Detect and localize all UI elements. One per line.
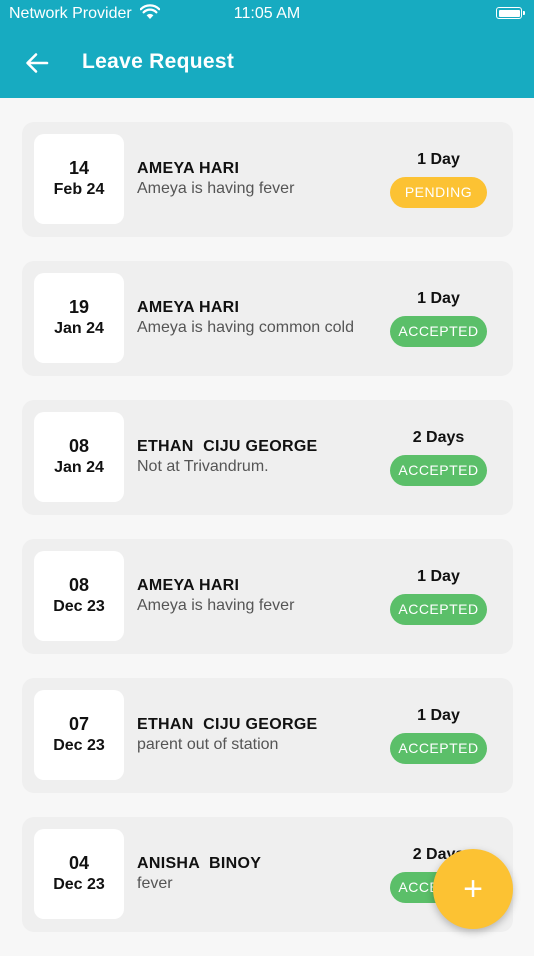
status-badge: PENDING	[390, 177, 487, 208]
date-day: 14	[68, 158, 90, 178]
leave-duration: 1 Day	[417, 707, 460, 724]
date-month: Dec 23	[53, 876, 105, 893]
student-name: AMEYA HARI	[137, 160, 240, 177]
student-name: ETHAN CIJU GEORGE	[137, 438, 318, 455]
leave-reason: fever	[137, 875, 173, 892]
date-month: Jan 24	[54, 459, 104, 476]
student-name: ETHAN CIJU GEORGE	[137, 716, 318, 733]
status-badge: ACCEPTED	[390, 594, 487, 625]
app-header: Network Provider 11:05 AM Leave Request	[0, 0, 534, 98]
leave-reason: Ameya is having common cold	[137, 319, 354, 336]
leave-card[interactable]: 07 Dec 23 ETHAN CIJU GEORGE parent out o…	[22, 678, 513, 793]
leave-reason: parent out of station	[137, 736, 279, 753]
status-time: 11:05 AM	[233, 5, 301, 22]
date-box: 04 Dec 23	[34, 829, 124, 919]
date-box: 19 Jan 24	[34, 273, 124, 363]
date-month: Feb 24	[53, 181, 105, 198]
date-box: 14 Feb 24	[34, 134, 124, 224]
date-month: Jan 24	[54, 320, 104, 337]
leave-card[interactable]: 19 Jan 24 AMEYA HARI Ameya is having com…	[22, 261, 513, 376]
back-arrow-icon[interactable]	[24, 50, 50, 76]
leave-card[interactable]: 08 Dec 23 AMEYA HARI Ameya is having fev…	[22, 539, 513, 654]
status-badge: ACCEPTED	[390, 455, 487, 486]
date-month: Dec 23	[53, 737, 105, 754]
leave-reason: Not at Trivandrum.	[137, 458, 269, 475]
battery-icon	[496, 7, 525, 19]
leave-duration: 1 Day	[417, 151, 460, 168]
student-name: AMEYA HARI	[137, 577, 240, 594]
date-box: 07 Dec 23	[34, 690, 124, 780]
leave-reason: Ameya is having fever	[137, 597, 295, 614]
status-bar: Network Provider 11:05 AM	[0, 0, 534, 28]
date-month: Dec 23	[53, 598, 105, 615]
leave-card[interactable]: 14 Feb 24 AMEYA HARI Ameya is having fev…	[22, 122, 513, 237]
leave-duration: 2 Days	[412, 429, 465, 446]
leave-duration: 1 Day	[417, 568, 460, 585]
date-day: 08	[68, 575, 90, 595]
leave-request-list: 14 Feb 24 AMEYA HARI Ameya is having fev…	[22, 122, 513, 956]
date-day: 04	[68, 853, 90, 873]
date-day: 08	[68, 436, 90, 456]
date-day: 07	[68, 714, 90, 734]
date-box: 08 Jan 24	[34, 412, 124, 502]
date-box: 08 Dec 23	[34, 551, 124, 641]
date-day: 19	[68, 297, 90, 317]
leave-card[interactable]: 08 Jan 24 ETHAN CIJU GEORGE Not at Triva…	[22, 400, 513, 515]
leave-duration: 1 Day	[417, 290, 460, 307]
student-name: AMEYA HARI	[137, 299, 240, 316]
page-title: Leave Request	[82, 50, 235, 73]
add-leave-button[interactable]: +	[433, 849, 513, 929]
student-name: ANISHA BINOY	[137, 855, 262, 872]
status-badge: ACCEPTED	[390, 316, 487, 347]
status-badge: ACCEPTED	[390, 733, 487, 764]
plus-icon: +	[463, 870, 483, 908]
leave-reason: Ameya is having fever	[137, 180, 295, 197]
